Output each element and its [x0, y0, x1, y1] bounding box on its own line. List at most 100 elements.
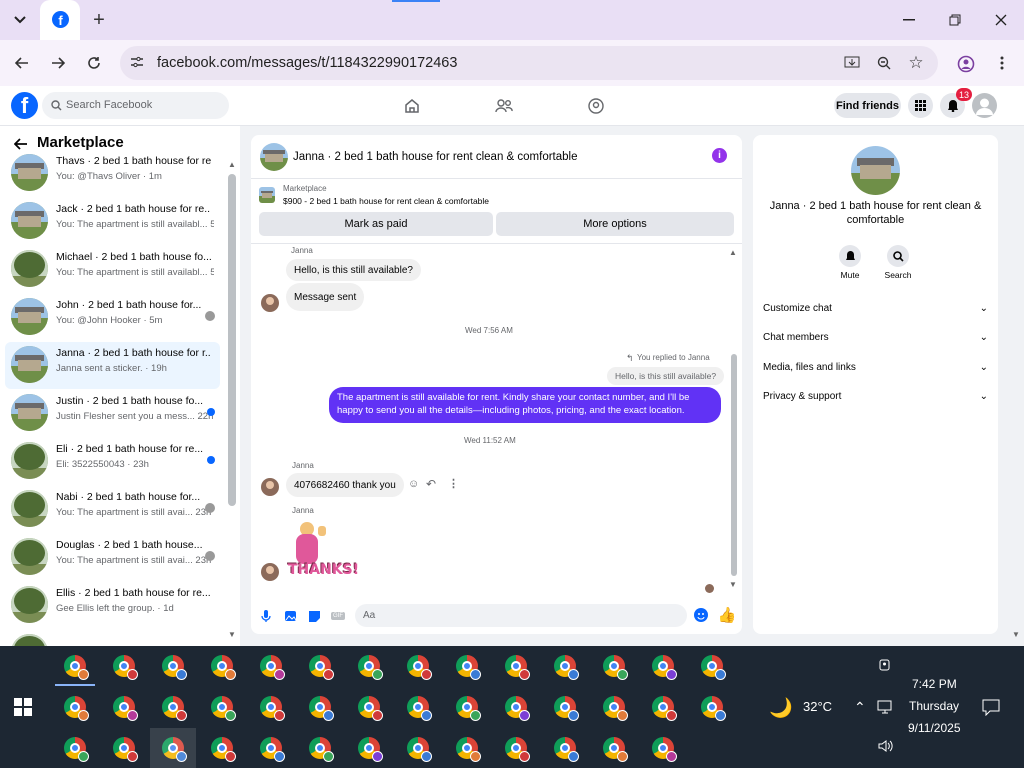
thanks-sticker[interactable]: THANKS! [288, 520, 359, 582]
message-bubble[interactable]: Message sent [286, 283, 365, 311]
facebook-logo[interactable]: f [11, 92, 38, 119]
voice-clip-icon[interactable] [259, 608, 273, 624]
chrome-profile-taskbar-icon[interactable] [162, 655, 187, 680]
chrome-profile-taskbar-icon[interactable] [113, 655, 138, 680]
restore-button[interactable] [944, 10, 966, 30]
new-tab-button[interactable]: + [89, 9, 109, 31]
chat-list-item[interactable]: Nabi · 2 bed 1 bath house for... You: The… [5, 486, 220, 533]
chat-list-item[interactable]: Jack · 2 bed 1 bath house for re... You: … [5, 198, 220, 245]
chat-list-item[interactable]: Eli · 2 bed 1 bath house for re... Eli: 3… [5, 438, 220, 485]
chrome-profile-taskbar-icon[interactable] [358, 737, 383, 762]
customize-chat-section[interactable]: Customize chat ⌄ [763, 303, 988, 314]
site-info-icon[interactable] [128, 53, 146, 71]
chat-list-scrollbar[interactable] [228, 174, 236, 506]
message-bubble[interactable]: 4076682460 thank you [286, 473, 404, 497]
chat-list-item[interactable]: John · 2 bed 1 bath house for... You: @Jo… [5, 294, 220, 341]
more-actions-icon[interactable]: ⋮ [448, 477, 459, 490]
quoted-message[interactable]: Hello, is this still available? [607, 367, 725, 385]
conversation-title[interactable]: Janna · 2 bed 1 bath house for rent clea… [293, 151, 578, 163]
chat-list-item[interactable]: Janna · 2 bed 1 bath house for r... Janna… [5, 342, 220, 389]
menu-grid-button[interactable] [908, 93, 933, 118]
mark-as-paid-button[interactable]: Mark as paid [259, 212, 493, 236]
scroll-up-arrow[interactable]: ▲ [228, 160, 237, 169]
listing-title[interactable]: $900 - 2 bed 1 bath house for rent clean… [283, 196, 489, 206]
chrome-profile-taskbar-icon[interactable] [113, 696, 138, 721]
message-bubble[interactable]: Hello, is this still available? [286, 259, 421, 281]
chrome-profile-taskbar-icon[interactable] [554, 696, 579, 721]
tab-search-button[interactable] [10, 10, 30, 30]
facebook-search-input[interactable]: Search Facebook [42, 92, 229, 119]
show-hidden-icons-icon[interactable]: ⌃ [854, 699, 866, 716]
chrome-profile-taskbar-icon[interactable] [456, 655, 481, 680]
chrome-profile-taskbar-icon[interactable] [64, 696, 89, 721]
chrome-profile-taskbar-icon[interactable] [211, 655, 236, 680]
chrome-profile-taskbar-icon[interactable] [211, 696, 236, 721]
message-input[interactable]: Aa [355, 604, 687, 627]
friends-nav-button[interactable] [494, 96, 514, 116]
chrome-profile-taskbar-icon[interactable] [652, 696, 677, 721]
forward-button[interactable] [48, 53, 68, 73]
groups-nav-button[interactable] [586, 96, 606, 116]
chat-list-item-partial[interactable] [5, 630, 220, 646]
profile-icon[interactable] [955, 53, 977, 75]
chrome-profile-taskbar-icon[interactable] [603, 696, 628, 721]
browser-menu-icon[interactable] [992, 53, 1012, 73]
weather-temp[interactable]: 32°C [803, 699, 832, 714]
listing-avatar-large[interactable] [851, 146, 900, 195]
zoom-icon[interactable] [874, 53, 894, 73]
more-options-button[interactable]: More options [496, 212, 734, 236]
chrome-profile-taskbar-icon[interactable] [456, 696, 481, 721]
chat-scroll-down[interactable]: ▼ [729, 580, 737, 589]
install-app-icon[interactable] [842, 53, 862, 73]
start-button[interactable] [14, 698, 32, 721]
thumbs-up-icon[interactable]: 👍 [718, 606, 737, 624]
back-button[interactable] [12, 53, 32, 73]
url-text[interactable]: facebook.com/messages/t/1184322990172463 [157, 55, 457, 71]
meet-now-icon[interactable] [878, 658, 894, 674]
chrome-profile-taskbar-icon[interactable] [64, 655, 89, 680]
chat-list-item[interactable]: Douglas · 2 bed 1 bath house... You: The … [5, 534, 220, 581]
chrome-profile-taskbar-icon[interactable] [701, 655, 726, 680]
chrome-profile-taskbar-icon[interactable] [113, 737, 138, 762]
chrome-profile-taskbar-icon[interactable] [603, 737, 628, 762]
chrome-profile-taskbar-icon[interactable] [64, 737, 89, 762]
chrome-profile-taskbar-icon[interactable] [652, 655, 677, 680]
chrome-profile-taskbar-icon[interactable] [358, 696, 383, 721]
volume-icon[interactable] [877, 738, 895, 759]
chrome-profile-taskbar-icon[interactable] [309, 655, 334, 680]
notifications-center-icon[interactable] [982, 698, 1000, 721]
chrome-profile-taskbar-icon[interactable] [407, 655, 432, 680]
chrome-profile-taskbar-icon[interactable] [211, 737, 236, 762]
clock-day[interactable]: Thursday [909, 699, 959, 713]
chrome-profile-taskbar-icon[interactable] [260, 655, 285, 680]
chrome-profile-taskbar-icon[interactable] [260, 696, 285, 721]
chat-scrollbar[interactable] [731, 354, 737, 576]
chrome-profile-taskbar-icon[interactable] [260, 737, 285, 762]
chrome-profile-taskbar-icon[interactable] [505, 655, 530, 680]
sender-avatar[interactable] [261, 294, 279, 312]
chrome-profile-taskbar-icon[interactable] [456, 737, 481, 762]
chrome-profile-taskbar-icon[interactable] [603, 655, 628, 680]
minimize-button[interactable] [898, 10, 920, 30]
chrome-profile-taskbar-icon[interactable] [505, 696, 530, 721]
chat-list-item[interactable]: Thavs · 2 bed 1 bath house for re... You:… [5, 150, 220, 197]
sender-avatar[interactable] [261, 478, 279, 496]
home-nav-button[interactable] [402, 96, 422, 116]
scroll-down-arrow[interactable]: ▼ [228, 630, 237, 639]
page-scroll-down[interactable]: ▼ [1012, 630, 1020, 639]
sent-message-bubble[interactable]: The apartment is still available for ren… [329, 387, 721, 423]
find-friends-button[interactable]: Find friends [834, 93, 901, 118]
chrome-profile-taskbar-icon[interactable] [701, 696, 726, 721]
chat-avatar[interactable] [260, 143, 288, 171]
chat-members-section[interactable]: Chat members ⌄ [763, 332, 988, 343]
media-files-section[interactable]: Media, files and links ⌄ [763, 362, 988, 373]
chrome-profile-taskbar-icon[interactable] [407, 696, 432, 721]
search-conversation-button[interactable] [887, 245, 909, 267]
chrome-profile-taskbar-icon[interactable] [554, 655, 579, 680]
chrome-profile-taskbar-icon[interactable] [505, 737, 530, 762]
chrome-profile-taskbar-icon[interactable] [358, 655, 383, 680]
chat-list-item[interactable]: Ellis · 2 bed 1 bath house for re... Gee … [5, 582, 220, 629]
privacy-support-section[interactable]: Privacy & support ⌄ [763, 391, 988, 402]
sticker-icon[interactable] [307, 608, 321, 624]
reload-button[interactable] [84, 53, 104, 73]
